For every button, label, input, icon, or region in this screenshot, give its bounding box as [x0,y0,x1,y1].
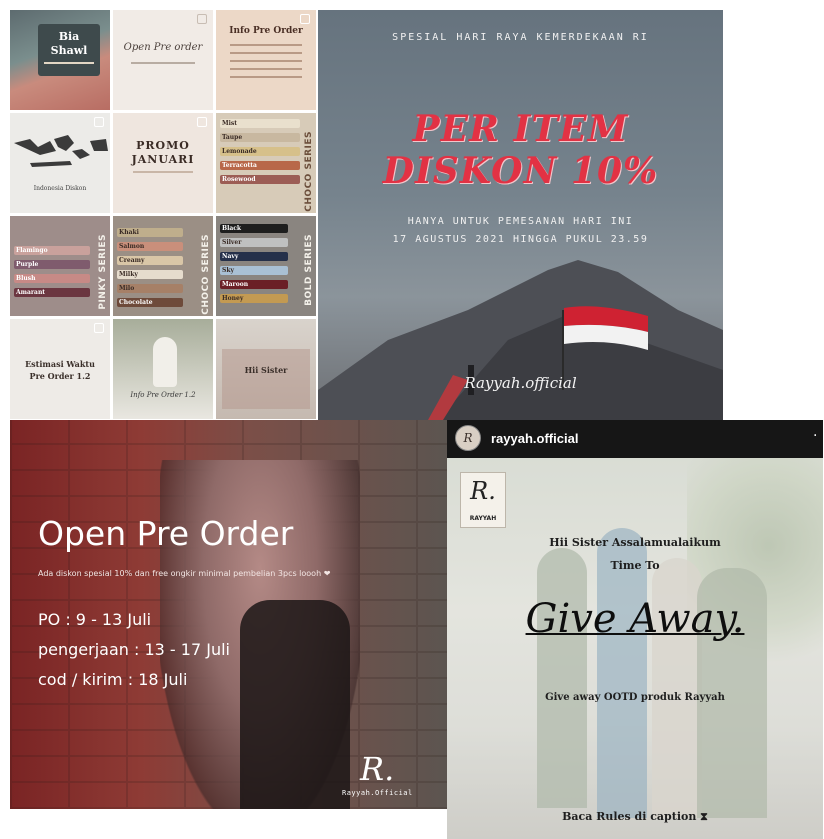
giveaway-footer: Baca Rules di caption ⧗ [562,810,708,823]
grid-tile-open-pre-order[interactable]: Open Pre order [113,10,213,110]
multi-post-icon [94,323,104,333]
color-label: Maroon [222,281,249,288]
tile-title: PROMO [136,139,190,152]
color-label: Salmon [119,243,145,250]
map-icon [14,135,108,167]
preorder-title: Open Pre Order [38,514,294,553]
color-label: Black [222,225,242,232]
color-label: Taupe [222,134,243,141]
color-label: Sky [222,267,234,274]
color-label: Honey [222,295,244,302]
preorder-delivery-date: cod / kirim : 18 Juli [38,670,188,689]
grid-tile-choco-series-2[interactable]: Khaki Salmon Creamy Milky Milo Chocolate… [113,216,213,316]
promo-headline-2: DISKON 10% [382,150,659,192]
giveaway-headline: Give Away. [525,596,745,642]
series-label: PINKY SERIES [98,234,108,310]
multi-post-icon [300,14,310,24]
color-label: Creamy [119,257,145,264]
multi-post-icon [94,117,104,127]
more-options-icon[interactable]: · [813,428,817,444]
color-label: Lemonade [222,148,257,155]
giveaway-subtitle: Give away OOTD produk Rayyah [545,692,725,703]
series-label: CHOCO SERIES [304,131,314,212]
color-label: Chocolate [119,299,153,306]
color-label: Milo [119,285,135,292]
tile-title: Bia [58,30,80,43]
promo-headline-1: PER ITEM [412,108,629,150]
tile-title: Estimasi Waktu [25,359,95,369]
preorder-processing-date: pengerjaan : 13 - 17 Juli [38,640,230,659]
giveaway-time-to: Time To [610,559,660,572]
brand-logo-text: RAYYAH [469,515,497,522]
brand-logo-letter: R. [470,477,496,505]
brand-logo: R. RAYYAH [460,472,506,528]
tile-title: Shawl [50,44,88,57]
tile-title: Hii Sister [244,365,288,375]
grid-tile-hii-sister[interactable]: Hii Sister [216,319,316,419]
tile-title: Pre Order 1.2 [29,371,91,381]
color-label: Milky [119,271,138,278]
color-label: Blush [16,275,36,282]
story-header: R rayyah.official · [447,420,823,458]
preorder-description: Ada diskon spesial 10% dan free ongkir m… [38,569,331,578]
grid-tile-estimasi[interactable]: Estimasi Waktu Pre Order 1.2 [10,319,110,419]
grid-tile-pinky-series[interactable]: Flamingo Purple Blush Amarant PINKY SERI… [10,216,110,316]
preorder-post[interactable]: Open Pre Order Ada diskon spesial 10% da… [10,420,447,809]
promo-sub-2: 17 AGUSTUS 2021 HINGGA PUKUL 23.59 [392,234,649,245]
color-label: Silver [222,239,242,246]
color-label: Mist [222,120,238,127]
tile-title: Info Pre Order [229,26,303,36]
multi-post-icon [197,117,207,127]
tile-title: Info Pre Order 1.2 [130,391,196,399]
promo-signature: Rayyah.official [464,374,577,392]
grid-tile-choco-series-1[interactable]: Mist Taupe Lemonade Terracotta Rosewood … [216,113,316,213]
series-label: BOLD SERIES [304,234,314,306]
tile-title: JANUARI [131,153,195,166]
promo-sub-1: HANYA UNTUK PEMESANAN HARI INI [407,216,634,227]
mountain-illustration [318,260,723,420]
promo-top-line: SPESIAL HARI RAYA KEMERDEKAAN RI [392,32,649,43]
avatar[interactable]: R [455,425,481,451]
grid-tile-indonesia[interactable]: Indonesia Diskon [10,113,110,213]
color-label: Amarant [16,289,46,296]
grid-tile-info-pre-order[interactable]: Info Pre Order [216,10,316,110]
color-label: Rosewood [222,176,256,183]
promo-post[interactable]: SPESIAL HARI RAYA KEMERDEKAAN RI PER ITE… [318,10,723,420]
tile-title: Open Pre order [123,42,203,53]
multi-post-icon [197,14,207,24]
tile-caption: Indonesia Diskon [33,185,87,192]
photo-grid: Bia Shawl Open Pre order Info Pre Order … [10,10,317,420]
color-label: Khaki [119,229,139,236]
grid-tile-bia-shawl[interactable]: Bia Shawl [10,10,110,110]
preorder-logo-text: Rayyah.Official [342,789,413,797]
username[interactable]: rayyah.official [491,431,578,446]
color-label: Flamingo [16,247,48,254]
color-label: Navy [222,253,239,260]
series-label: CHOCO SERIES [201,234,211,315]
preorder-po-date: PO : 9 - 13 Juli [38,610,152,629]
color-label: Purple [16,261,39,268]
color-label: Terracotta [222,162,257,169]
preorder-logo-letter: R. [360,750,395,788]
grid-tile-info-pre-order-2[interactable]: Info Pre Order 1.2 [113,319,213,419]
giveaway-post[interactable]: R rayyah.official · R. RAYYAH Hii Sister… [447,420,823,839]
grid-tile-promo-januari[interactable]: PROMO JANUARI [113,113,213,213]
giveaway-greeting: Hii Sister Assalamualaikum [549,536,721,549]
grid-tile-bold-series[interactable]: Black Silver Navy Sky Maroon Honey BOLD … [216,216,316,316]
